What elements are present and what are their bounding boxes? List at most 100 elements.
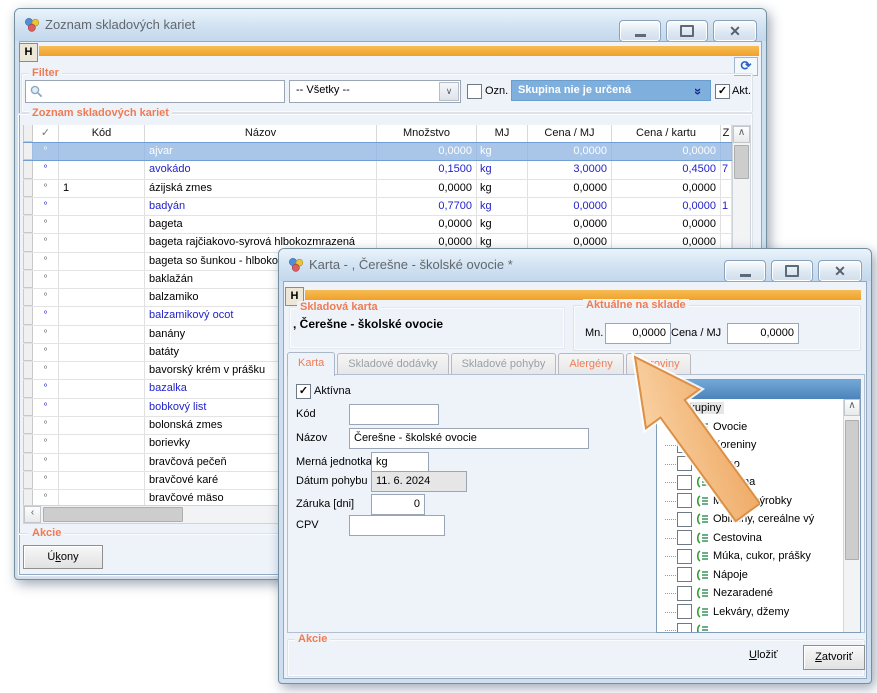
row-marker: ° (33, 198, 59, 215)
scroll-up-button[interactable]: ∧ (844, 399, 860, 416)
tree-item[interactable]: ✓ Ovocie (657, 418, 860, 437)
h-button[interactable]: H (19, 43, 38, 62)
akt-checkbox[interactable]: ✓ (715, 84, 730, 99)
ozn-checkbox[interactable] (467, 84, 482, 99)
tree-root[interactable]: Skupiny (657, 399, 860, 418)
tree-checkbox[interactable] (677, 438, 692, 453)
row-selector[interactable] (23, 253, 33, 270)
row-selector[interactable] (23, 344, 33, 361)
ukony-button[interactable]: Úkony (23, 545, 103, 569)
tree-scrollbar[interactable]: ∧ (843, 399, 860, 632)
row-selector[interactable] (23, 234, 33, 251)
zatvorit-button[interactable]: Zatvoriť (803, 645, 865, 670)
mn-field[interactable]: 0,0000 (605, 323, 671, 344)
table-row[interactable]: ° bageta 0,0000 kg 0,0000 0,0000 (23, 216, 732, 234)
tree-scroll-thumb[interactable] (845, 420, 859, 560)
table-row[interactable]: ° badyán 0,7700 kg 0,0000 0,0000 1 (23, 198, 732, 216)
tab-alergeny[interactable]: Alergény (558, 353, 623, 375)
row-selector[interactable] (23, 307, 33, 324)
tree-item[interactable]: Múka, cukor, prášky (657, 547, 860, 566)
tree-checkbox[interactable] (677, 604, 692, 619)
table-row[interactable]: ° 1 ázijská zmes 0,0000 kg 0,0000 0,0000 (23, 180, 732, 198)
col-mnozstvo[interactable]: Množstvo (377, 125, 477, 142)
col-mj[interactable]: MJ (477, 125, 528, 142)
col-cena-kartu[interactable]: Cena / kartu (612, 125, 721, 142)
aktivna-checkbox[interactable]: ✓ (296, 384, 311, 399)
nazov-field[interactable]: Čerešne - školské ovocie (349, 428, 589, 449)
tree-checkbox[interactable] (677, 512, 692, 527)
tree-checkbox[interactable]: ✓ (677, 419, 692, 434)
vscroll-thumb[interactable] (734, 145, 749, 179)
row-selector[interactable] (23, 143, 33, 160)
group-icon (696, 569, 709, 581)
tab-karta[interactable]: Karta (287, 352, 335, 376)
minimize-button[interactable] (724, 260, 766, 282)
titlebar[interactable]: Zoznam skladových kariet ✕ (15, 9, 766, 41)
table-row[interactable]: ° avokádo 0,1500 kg 3,0000 0,4500 7 (23, 161, 732, 179)
tree-item[interactable]: Koreniny (657, 436, 860, 455)
row-selector[interactable] (23, 216, 33, 233)
tree-item[interactable]: Lekváry, džemy (657, 603, 860, 622)
col-cena-mj[interactable]: Cena / MJ (528, 125, 612, 142)
tree-checkbox[interactable] (677, 530, 692, 545)
row-selector[interactable] (23, 399, 33, 416)
tree-item[interactable]: Cestovina (657, 529, 860, 548)
tree-item[interactable]: Mliečne výrobky (657, 492, 860, 511)
cpv-field[interactable] (349, 515, 445, 536)
maximize-button[interactable] (666, 20, 708, 42)
close-button[interactable]: ✕ (818, 260, 862, 282)
merna-jednotka-field[interactable]: kg (371, 452, 429, 473)
cena-mj-field[interactable]: 0,0000 (727, 323, 799, 344)
col-z[interactable]: Z (721, 125, 732, 142)
row-selector[interactable] (23, 271, 33, 288)
row-selector[interactable] (23, 490, 33, 505)
row-marker: ° (33, 326, 59, 343)
tree-checkbox[interactable] (677, 493, 692, 508)
filter-dropdown[interactable]: -- Všetky -- ∨ (289, 80, 461, 103)
row-selector[interactable] (23, 326, 33, 343)
chevron-down-icon[interactable]: ∨ (439, 82, 459, 101)
row-selector[interactable] (23, 180, 33, 197)
hscroll-thumb[interactable] (43, 507, 183, 522)
scroll-up-button[interactable]: ∧ (733, 126, 750, 143)
row-selector[interactable] (23, 454, 33, 471)
tab-skladove-pohyby[interactable]: Skladové pohyby (451, 353, 557, 375)
scroll-left-button[interactable]: ‹ (24, 506, 41, 523)
tab-skladove-dodavky[interactable]: Skladové dodávky (337, 353, 448, 375)
close-button[interactable]: ✕ (713, 20, 757, 42)
row-selector[interactable] (23, 435, 33, 452)
double-chevron-icon[interactable]: » (689, 88, 708, 95)
row-selector[interactable] (23, 417, 33, 434)
tree-item[interactable]: Nezaradené (657, 584, 860, 603)
tree-checkbox[interactable] (677, 549, 692, 564)
search-input[interactable] (25, 80, 285, 103)
tree-item[interactable]: Nápoje (657, 566, 860, 585)
col-check[interactable]: ✓ (33, 125, 59, 142)
group-filter-field[interactable]: Skupina nie je určená » (511, 80, 711, 101)
col-kod[interactable]: Kód (59, 125, 145, 142)
tree-checkbox[interactable] (677, 475, 692, 490)
tree-checkbox[interactable] (677, 567, 692, 582)
tree-item[interactable]: Obilniny, cereálne vý (657, 510, 860, 529)
minimize-button[interactable] (619, 20, 661, 42)
row-selector[interactable] (23, 289, 33, 306)
kod-field[interactable] (349, 404, 439, 425)
table-row[interactable]: ° ajvar 0,0000 kg 0,0000 0,0000 (23, 142, 732, 161)
tree-checkbox[interactable] (677, 456, 692, 471)
maximize-button[interactable] (771, 260, 813, 282)
row-selector[interactable] (23, 362, 33, 379)
tree-item[interactable]: Mäso (657, 455, 860, 474)
row-selector[interactable] (23, 472, 33, 489)
tree-item[interactable] (657, 621, 860, 632)
zaruka-field[interactable]: 0 (371, 494, 425, 515)
row-selector[interactable] (23, 380, 33, 397)
col-nazov[interactable]: Názov (145, 125, 377, 142)
titlebar[interactable]: Karta - , Čerešne - školské ovocie * ✕ (279, 249, 871, 281)
row-selector[interactable] (23, 161, 33, 178)
tree-item[interactable]: Zelenina (657, 473, 860, 492)
ulozit-button[interactable]: Uložiť (749, 649, 778, 661)
row-selector[interactable] (23, 198, 33, 215)
tab-suroviny[interactable]: Suroviny (626, 353, 691, 375)
tree-checkbox[interactable] (677, 623, 692, 632)
tree-checkbox[interactable] (677, 586, 692, 601)
